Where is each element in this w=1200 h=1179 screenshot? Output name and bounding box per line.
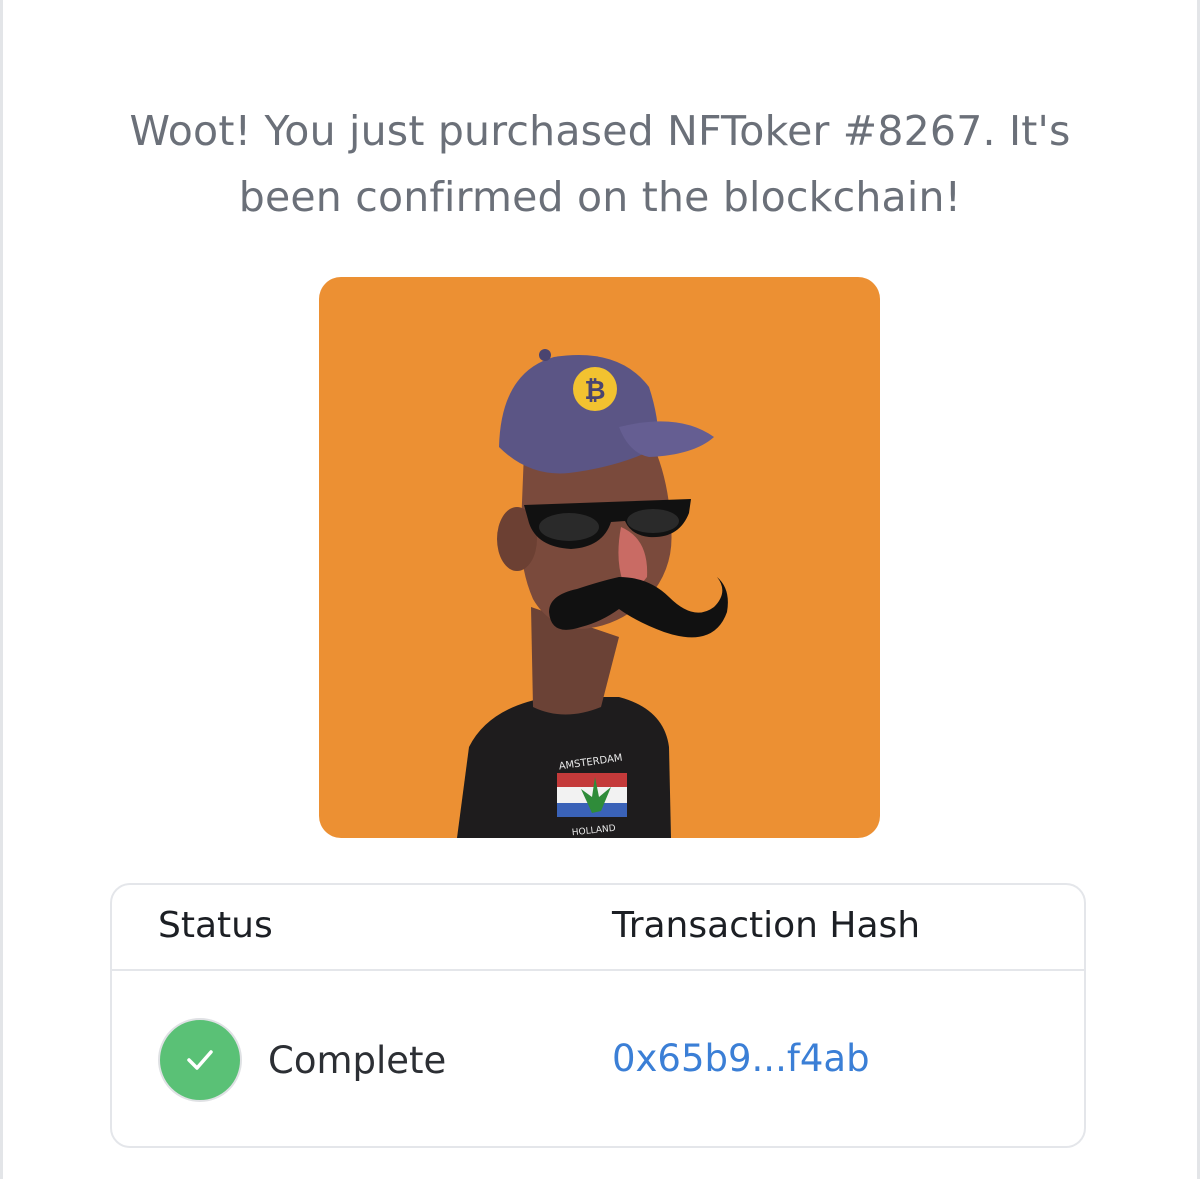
nft-cap-button (539, 349, 551, 361)
check-icon (158, 1018, 242, 1102)
table-row: Complete 0x65b9...f4ab (112, 971, 1084, 1148)
table-header: Status Transaction Hash (112, 885, 1084, 971)
status-column-header: Status (158, 905, 273, 946)
svg-text:₿: ₿ (584, 376, 605, 406)
nft-image: AMSTERDAM HOLLAND ₿ (319, 277, 880, 838)
confirmation-message-line-2: been confirmed on the blockchain! (238, 173, 962, 221)
purchase-confirmation-page: Woot! You just purchased NFToker #8267. … (0, 0, 1200, 1179)
left-border (0, 0, 3, 1179)
status-cell: Complete (158, 1016, 446, 1104)
transaction-table: Status Transaction Hash Complete 0x65b9.… (110, 883, 1086, 1148)
transaction-hash-column-header: Transaction Hash (612, 905, 921, 946)
confirmation-message-line-1: Woot! You just purchased NFToker #8267. … (129, 107, 1071, 155)
confirmation-message: Woot! You just purchased NFToker #8267. … (60, 98, 1140, 230)
transaction-hash-link[interactable]: 0x65b9...f4ab (612, 1037, 870, 1080)
status-text: Complete (268, 1038, 447, 1082)
